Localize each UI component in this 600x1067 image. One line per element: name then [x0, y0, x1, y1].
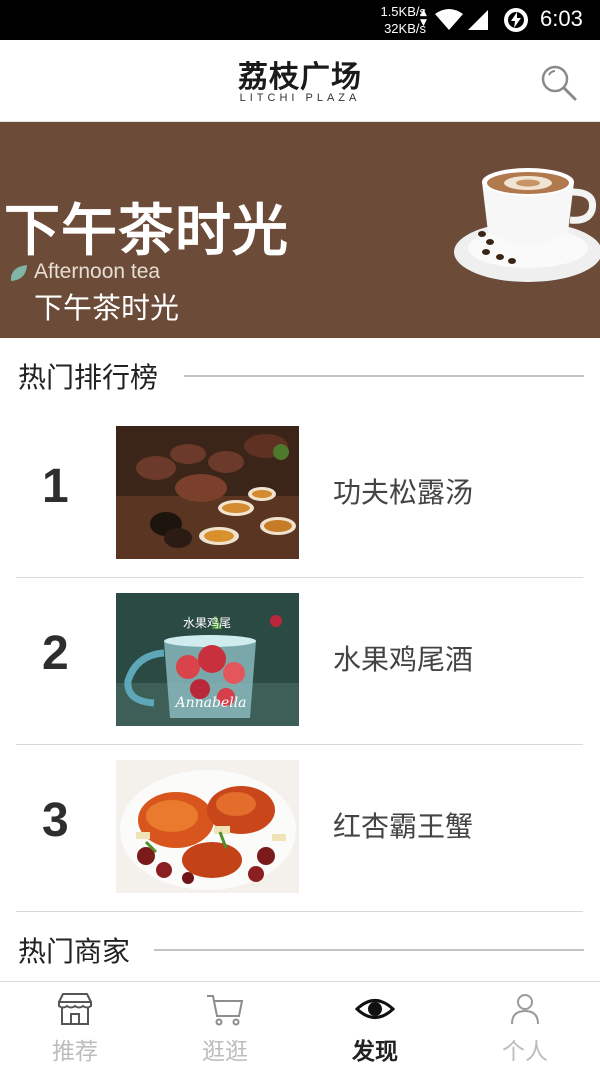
- network-download-speed: 32KB/s: [384, 21, 426, 36]
- app-logo-subtitle: LITCHI PLAZA: [239, 92, 361, 104]
- rank-number: 1: [42, 460, 69, 513]
- banner-subtitle: 下午茶时光: [34, 291, 180, 325]
- nav-tab-discover[interactable]: 发现: [300, 982, 450, 1067]
- coffee-cup-image: [454, 168, 600, 282]
- cocktail-image-script: Annabella: [173, 695, 246, 711]
- ranking-item-1[interactable]: 1 功夫松露汤: [16, 411, 583, 578]
- app-logo-title: 荔枝广场: [238, 60, 362, 95]
- shop-icon: [58, 993, 92, 1025]
- wifi-icon: [435, 9, 463, 30]
- nav-tab-recommend[interactable]: 推荐: [0, 982, 150, 1067]
- nav-label: 推荐: [52, 1039, 98, 1065]
- item-name: 水果鸡尾酒: [333, 643, 474, 676]
- crab-dish-image: [116, 760, 299, 893]
- banner-title: 下午茶时光: [4, 199, 289, 264]
- section-divider: [184, 375, 584, 377]
- item-name: 功夫松露汤: [333, 476, 474, 509]
- merchants-section-title: 热门商家: [18, 935, 131, 968]
- status-bar: 1.5KB/s 32KB/s ▲ ▼ 6:03: [0, 0, 600, 40]
- ranking-item-2[interactable]: 2 水果鸡尾 Annabella 水果鸡尾酒: [16, 578, 583, 745]
- network-upload-speed: 1.5KB/s: [380, 4, 426, 19]
- nav-label: 发现: [352, 1039, 398, 1065]
- eye-icon: [355, 999, 395, 1019]
- item-name: 红杏霸王蟹: [333, 810, 474, 843]
- banner-english-text: Afternoon tea: [34, 260, 161, 283]
- leaf-icon: [10, 265, 27, 281]
- section-divider: [154, 949, 584, 951]
- cocktail-image-caption: 水果鸡尾: [183, 615, 231, 630]
- rank-number: 3: [42, 794, 69, 847]
- signal-icon: [468, 10, 488, 30]
- app-header: 荔枝广场 LITCHI PLAZA: [0, 40, 600, 122]
- data-arrows-icon: ▲ ▼: [420, 8, 427, 28]
- tea-soup-image: [116, 426, 299, 559]
- nav-label: 个人: [502, 1039, 548, 1065]
- network-speed: 1.5KB/s 32KB/s: [360, 3, 426, 37]
- cart-icon: [207, 995, 244, 1026]
- person-icon: [511, 994, 539, 1025]
- afternoon-tea-banner[interactable]: 下午茶时光 Afternoon tea 下午茶时光: [0, 122, 600, 338]
- ranking-item-3[interactable]: 3 红杏霸王蟹: [16, 745, 583, 912]
- ranking-section-title: 热门排行榜: [18, 361, 159, 394]
- clock: 6:03: [540, 6, 583, 31]
- search-icon[interactable]: [538, 62, 578, 102]
- merchants-section-header: 热门商家: [18, 930, 584, 970]
- nav-tab-profile[interactable]: 个人: [450, 982, 600, 1067]
- ranking-section-header: 热门排行榜: [18, 356, 584, 396]
- nav-tab-browse[interactable]: 逛逛: [150, 982, 300, 1067]
- fruit-cocktail-image: 水果鸡尾 Annabella: [116, 593, 299, 726]
- bottom-navigation: 推荐 逛逛 发现 个人: [0, 981, 600, 1067]
- nav-label: 逛逛: [202, 1039, 248, 1065]
- battery-charging-icon: [504, 8, 528, 32]
- rank-number: 2: [42, 627, 69, 680]
